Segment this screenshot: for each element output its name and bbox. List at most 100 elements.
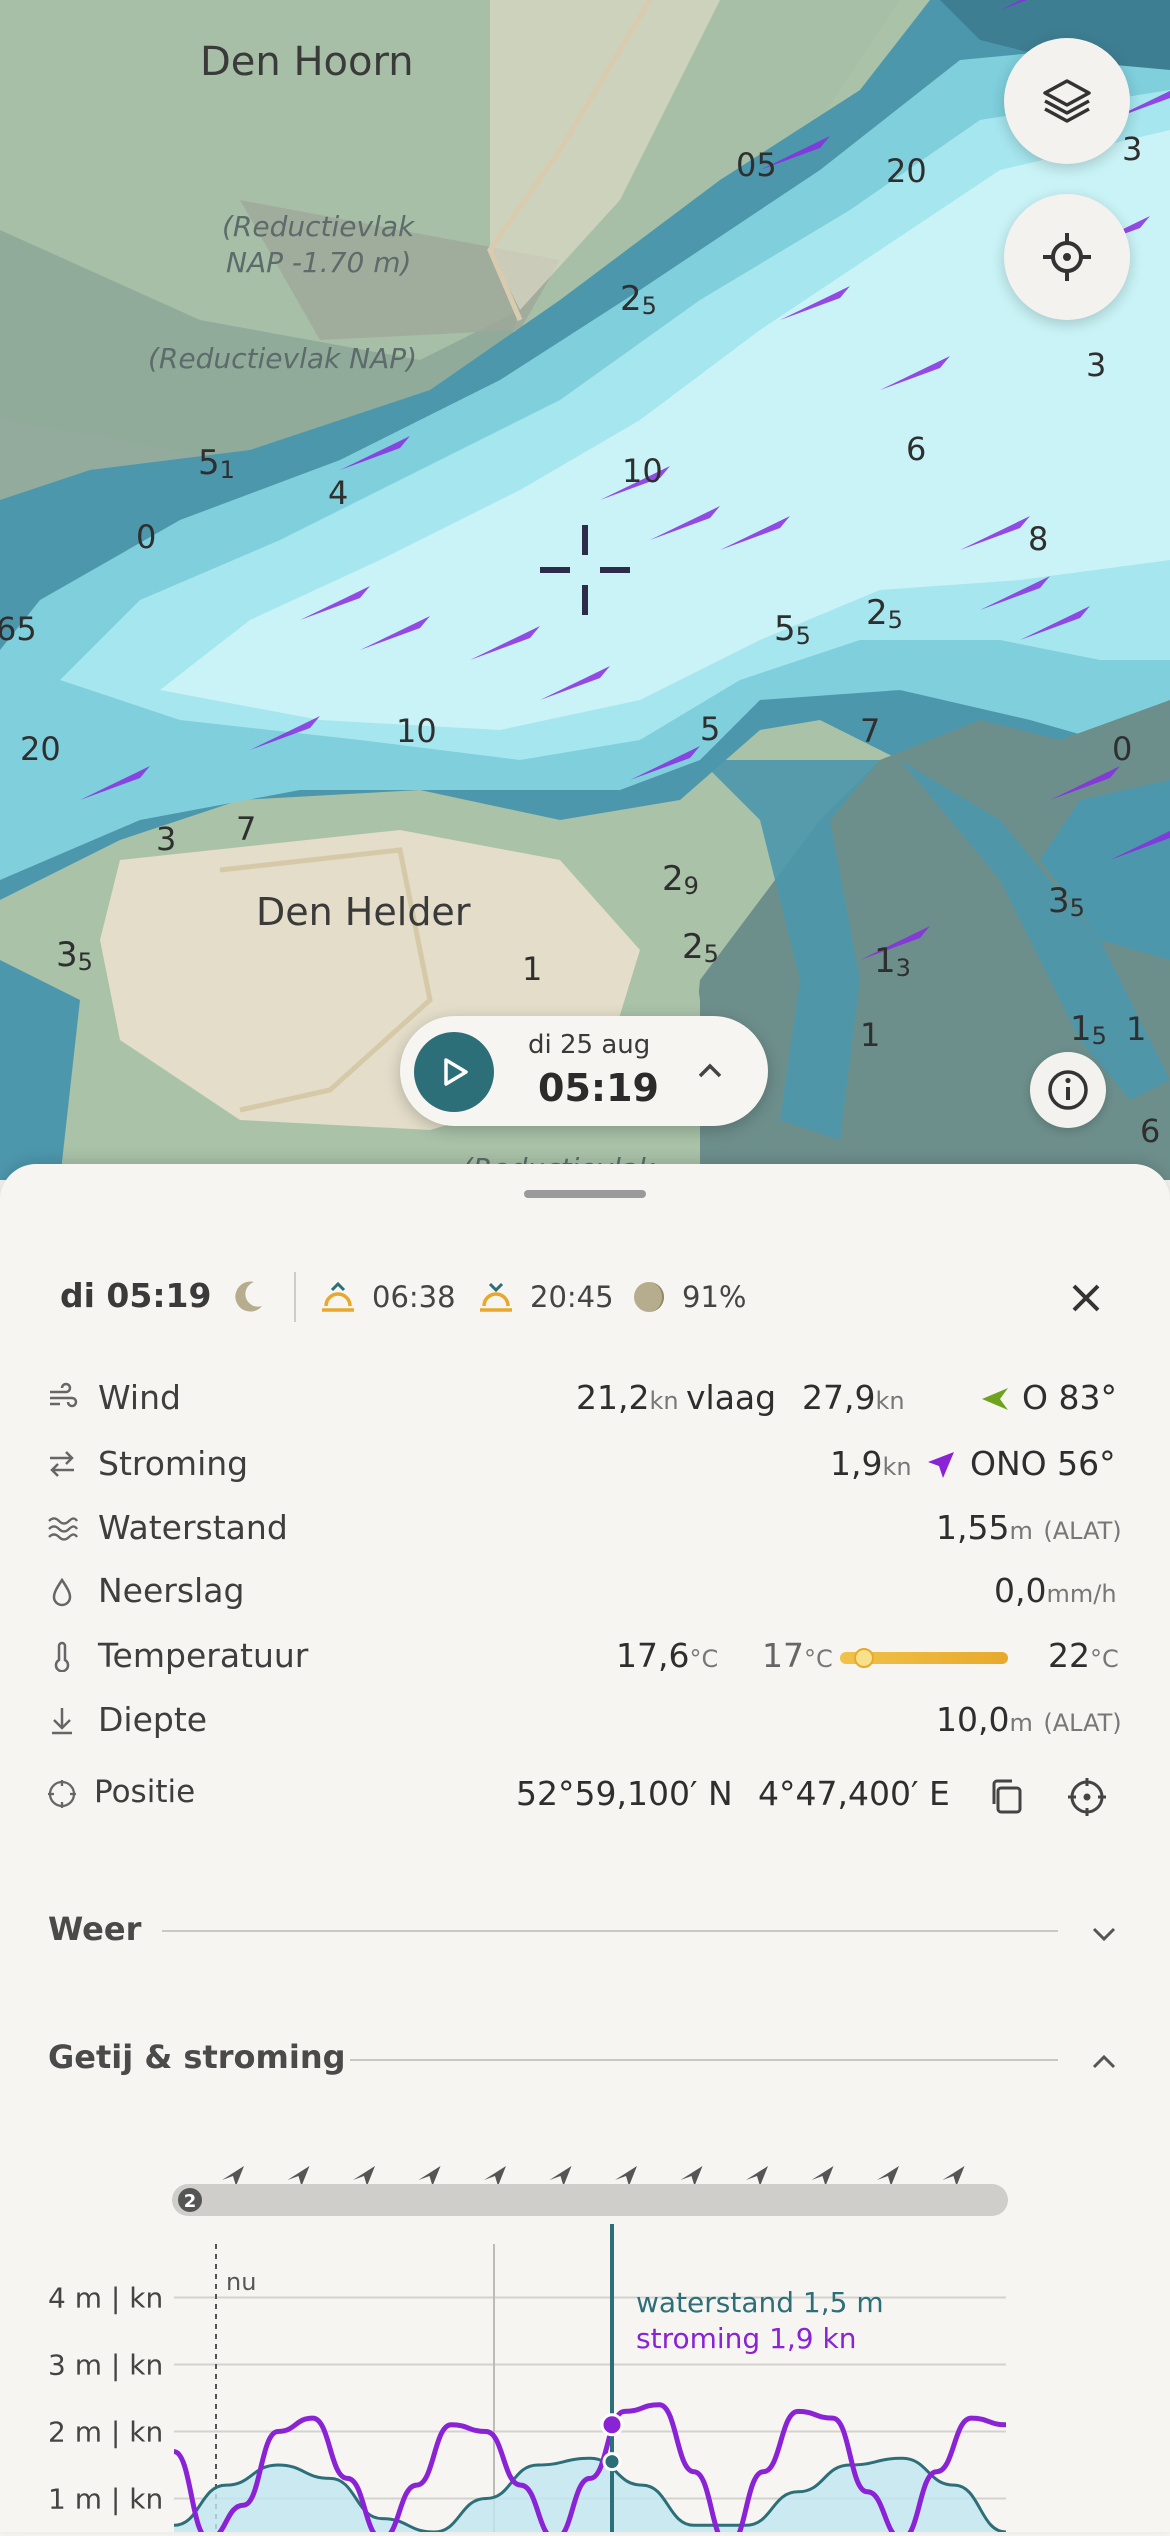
chevron-up-icon[interactable]	[690, 1050, 730, 1090]
map-canvas[interactable]: Den Hoorn Den Helder (ReductievlakNAP -1.7…	[0, 0, 1170, 1180]
section-divider	[350, 2059, 1058, 2061]
center-map-icon[interactable]	[1066, 1776, 1108, 1818]
current-speed: 1,9kn	[830, 1444, 912, 1483]
info-button[interactable]	[1030, 1052, 1106, 1128]
current-direction-marker	[418, 2166, 441, 2186]
gust-speed: 27,9kn	[802, 1378, 905, 1417]
sunrise-time: 06:38	[372, 1280, 456, 1314]
current-direction-marker	[287, 2166, 310, 2186]
depth-sounding: 65	[0, 610, 37, 648]
depth-sounding: 1	[1126, 1010, 1146, 1048]
tide-current-chart[interactable]: 2 4 m | kn 3 m | kn 2 m | kn 1 m | kn nu water…	[0, 2134, 1170, 2536]
current-direction-marker	[746, 2166, 768, 2186]
temperature-max-value: 22	[1048, 1636, 1090, 1675]
summary-day-time: di 05:19	[60, 1276, 212, 1315]
rain-drop-icon	[52, 1577, 72, 1607]
chevron-up-icon[interactable]	[1086, 2044, 1122, 2080]
depth-sounding: 10	[622, 452, 663, 490]
sunset-icon	[480, 1282, 512, 1312]
temperature-max: 22°C	[1048, 1636, 1119, 1675]
depth-sounding: 6	[906, 430, 926, 468]
detail-sheet[interactable]: di 05:19 06:38 20:45 91% Wind 21,2kn vla…	[0, 1164, 1170, 2536]
sunrise-icon	[322, 1281, 354, 1312]
temperature-min: 17°C	[762, 1636, 833, 1675]
temperature-label: Temperatuur	[98, 1636, 309, 1675]
depth-sounding: 5	[700, 710, 720, 748]
gust-speed-value: 27,9	[802, 1378, 876, 1417]
moon-illumination: 91%	[682, 1280, 747, 1314]
play-icon	[444, 1058, 468, 1086]
wind-icon	[50, 1382, 78, 1408]
day-badge-label: 2	[184, 2191, 197, 2212]
crosshair-locate-icon	[1043, 233, 1091, 281]
position-label: Positie	[94, 1774, 196, 1810]
temperature-max-unit: °C	[1090, 1645, 1119, 1673]
reduction-level-label: (Reductievlak	[222, 210, 416, 243]
wind-speed-unit: kn	[649, 1387, 679, 1415]
temperature-min-value: 17	[762, 1636, 804, 1675]
depth-sounding: 8	[1028, 520, 1048, 558]
place-label: Den Hoorn	[200, 39, 414, 85]
depth-sounding: 0	[1112, 730, 1132, 768]
depth-sounding: 6	[1140, 1112, 1160, 1150]
depth-sounding: 0	[136, 518, 156, 556]
current-direction-marker	[680, 2166, 703, 2186]
precipitation-unit: mm/h	[1046, 1580, 1117, 1608]
divider	[294, 1272, 296, 1322]
depth-sounding: 20	[886, 152, 927, 190]
current-direction-marker	[549, 2166, 572, 2186]
current-speed-unit: kn	[882, 1453, 912, 1481]
current-label: Stroming	[98, 1444, 249, 1483]
close-icon[interactable]	[1064, 1276, 1108, 1320]
depth-sounding: 3	[1086, 346, 1106, 384]
temperature: 17,6°C	[616, 1636, 718, 1675]
depth-sounding: 05	[736, 146, 777, 184]
current-direction-marker	[484, 2166, 506, 2186]
reduction-level-label: NAP -1.70 m)	[226, 246, 411, 279]
water-level-value: 1,55	[936, 1508, 1010, 1547]
depth-label: Diepte	[98, 1700, 208, 1739]
layers-button[interactable]	[1004, 38, 1130, 164]
chart-map[interactable]: Den Hoorn Den Helder (Reductievlak NAP -1.7…	[0, 0, 1170, 1180]
depth-sounding: 20	[20, 730, 61, 768]
day-scrubber[interactable]	[172, 2184, 1008, 2216]
weather-section-title[interactable]: Weer	[48, 1910, 141, 1948]
current-direction-arrow-icon	[928, 1452, 954, 1478]
play-button[interactable]	[414, 1032, 494, 1112]
position-target-icon	[48, 1780, 76, 1808]
y-tick-label: 2 m | kn	[48, 2416, 163, 2449]
cursor-current-label: stroming 1,9 kn	[636, 2322, 856, 2355]
depth-sounding: 3	[1122, 130, 1142, 168]
temperature-value: 17,6	[616, 1636, 690, 1675]
moon-icon	[235, 1281, 262, 1312]
player-date: di 25 aug	[528, 1030, 651, 1060]
copy-icon[interactable]	[986, 1776, 1028, 1818]
current-cursor-dot	[600, 2413, 624, 2437]
thermometer-icon	[54, 1641, 70, 1672]
current-direction-marker	[222, 2166, 244, 2186]
waves-icon	[48, 1517, 78, 1541]
time-player[interactable]: di 25 aug 05:19	[400, 1016, 768, 1126]
section-divider	[162, 1930, 1058, 1932]
water-cursor-dot	[602, 2452, 622, 2472]
depth-sounding: 7	[860, 712, 880, 750]
position-longitude: 4°47,400′ E	[758, 1774, 950, 1813]
layers-icon	[1043, 79, 1091, 123]
chevron-down-icon[interactable]	[1086, 1916, 1122, 1952]
place-label: Den Helder	[256, 890, 471, 934]
depth-value: 10,0	[936, 1700, 1010, 1739]
precipitation: 0,0mm/h	[994, 1571, 1117, 1610]
depth-sounding: 1	[860, 1016, 880, 1054]
sunset-time: 20:45	[530, 1280, 614, 1314]
tide-section-title[interactable]: Getij & stroming	[48, 2038, 346, 2076]
depth-arrow-icon	[52, 1708, 72, 1735]
precipitation-value: 0,0	[994, 1571, 1047, 1610]
wind-label: Wind	[98, 1378, 181, 1417]
moon-phase-icon	[634, 1282, 664, 1312]
drag-handle[interactable]	[524, 1190, 646, 1198]
y-tick-label: 4 m | kn	[48, 2282, 163, 2315]
cursor-water-label: waterstand 1,5 m	[636, 2286, 884, 2319]
locate-button[interactable]	[1004, 194, 1130, 320]
tide-chart-canvas[interactable]: 2 4 m | kn 3 m | kn 2 m | kn 1 m | kn nu water…	[0, 2134, 1170, 2536]
temperature-unit: °C	[689, 1645, 719, 1673]
